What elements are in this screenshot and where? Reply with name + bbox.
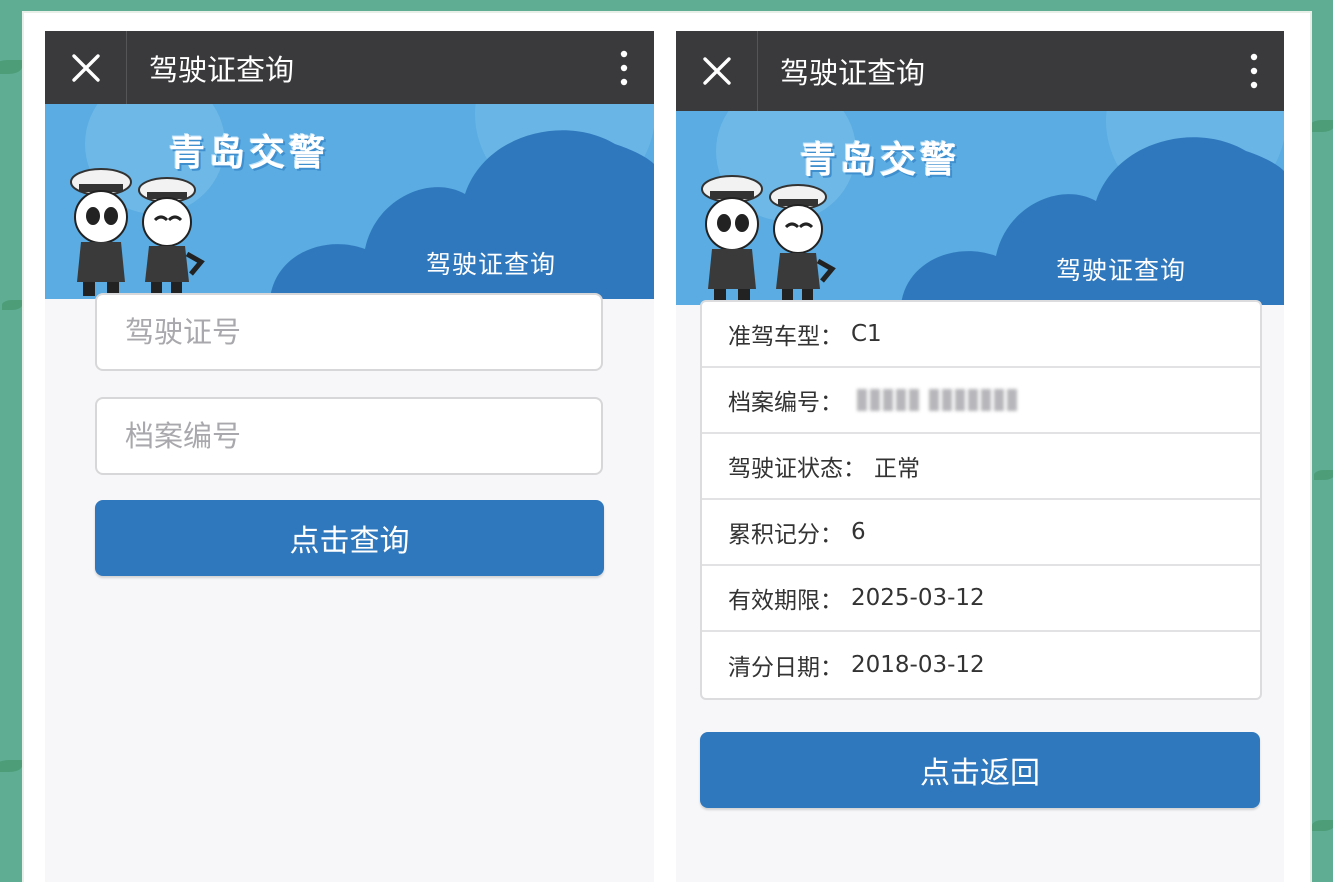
banner-subtitle: 驾驶证查询 <box>1055 256 1186 285</box>
banner-subtitle: 驾驶证查询 <box>425 250 556 279</box>
row-label: 清分日期： <box>728 655 843 681</box>
license-info-table: 准驾车型： C1 档案编号： 驾驶证状态： 正常 累积记分： 6 有效期限： 2… <box>700 300 1262 700</box>
row-label: 累积记分： <box>728 522 843 548</box>
leaf-decoration <box>0 760 22 772</box>
info-row-clear-date: 清分日期： 2018-03-12 <box>702 632 1260 698</box>
info-row-vehicle-class: 准驾车型： C1 <box>702 302 1260 368</box>
more-menu-button[interactable] <box>1224 31 1284 111</box>
more-vertical-icon <box>620 50 628 85</box>
row-label: 档案编号： <box>728 390 843 416</box>
close-button[interactable] <box>676 31 758 111</box>
close-icon <box>71 53 100 82</box>
row-value: 6 <box>851 519 866 545</box>
row-value: 2025-03-12 <box>851 585 985 611</box>
page-title: 驾驶证查询 <box>780 56 926 90</box>
back-button[interactable]: 点击返回 <box>700 732 1260 808</box>
archive-number-input[interactable] <box>95 397 603 475</box>
leaf-decoration <box>2 300 22 310</box>
row-value: C1 <box>851 321 882 347</box>
banner: 青岛交警 驾驶证查询 <box>676 111 1284 305</box>
row-label: 驾驶证状态： <box>728 456 866 482</box>
police-mascot-icon <box>70 168 205 296</box>
row-value: 2018-03-12 <box>851 652 985 678</box>
info-row-archive-number: 档案编号： <box>702 368 1260 434</box>
close-button[interactable] <box>45 31 127 104</box>
leaf-decoration <box>0 60 22 74</box>
license-number-input[interactable] <box>95 293 603 371</box>
query-result-screen: 驾驶证查询 青岛交警 驾驶证查询 准驾车型： C1 档案编号： 驾驶证状态： 正… <box>676 31 1284 882</box>
redacted-value <box>857 389 1017 411</box>
title-bar: 驾驶证查询 <box>45 31 654 104</box>
query-form-screen: 驾驶证查询 青岛交警 驾驶证查询 驾驶证号 档案编号 点击查询 <box>45 31 654 882</box>
info-row-license-status: 驾驶证状态： 正常 <box>702 434 1260 500</box>
leaf-decoration <box>1314 470 1333 480</box>
row-value: 正常 <box>874 456 920 482</box>
more-menu-button[interactable] <box>594 31 654 104</box>
info-row-expiry-date: 有效期限： 2025-03-12 <box>702 566 1260 632</box>
query-button[interactable]: 点击查询 <box>95 500 604 576</box>
leaf-decoration <box>1310 120 1333 132</box>
more-vertical-icon <box>1250 53 1258 89</box>
close-icon <box>702 57 731 85</box>
row-label: 准驾车型： <box>728 324 843 350</box>
banner: 青岛交警 驾驶证查询 <box>45 104 654 299</box>
police-mascot-icon <box>701 175 836 303</box>
leaf-decoration <box>1312 820 1333 831</box>
page-title: 驾驶证查询 <box>149 52 295 87</box>
info-row-points: 累积记分： 6 <box>702 500 1260 566</box>
title-bar: 驾驶证查询 <box>676 31 1284 111</box>
row-label: 有效期限： <box>728 588 843 614</box>
